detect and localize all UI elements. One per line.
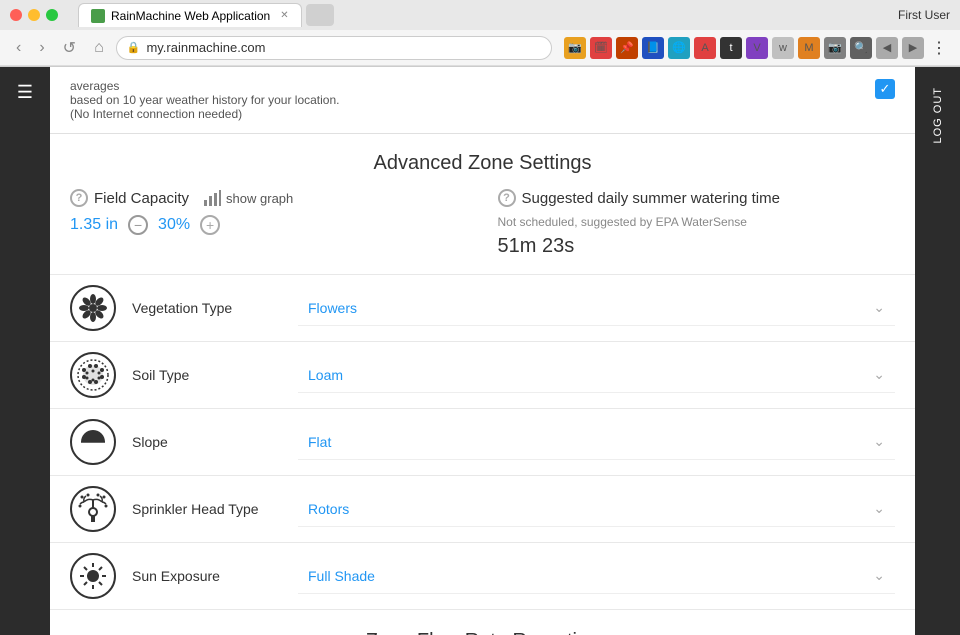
sprinkler-head-select[interactable]: Rotors ⌄ <box>298 491 895 527</box>
menu-icon[interactable]: ⋮ <box>928 37 950 59</box>
user-label: First User <box>898 8 950 22</box>
extension-icon-13[interactable]: ◀ <box>876 37 898 59</box>
field-capacity-label: Field Capacity <box>94 190 189 207</box>
page-title: Advanced Zone Settings <box>50 134 915 189</box>
soil-type-icon <box>70 352 116 398</box>
home-button[interactable]: ⌂ <box>88 37 110 59</box>
soil-type-value: Loam <box>308 367 343 383</box>
sun-exposure-select[interactable]: Full Shade ⌄ <box>298 558 895 594</box>
maximize-window-dot[interactable] <box>46 9 58 21</box>
sidebar-menu-item[interactable]: ☰ <box>0 67 50 117</box>
tab-title: RainMachine Web Application <box>111 9 270 23</box>
suggested-sub: Not scheduled, suggested by EPA WaterSen… <box>498 215 896 229</box>
vegetation-type-chevron: ⌄ <box>873 299 885 316</box>
extension-icon-3[interactable]: 📌 <box>616 37 638 59</box>
soil-type-row: Soil Type Loam ⌄ <box>50 342 915 409</box>
slope-label: Slope <box>132 434 282 450</box>
right-panel: LOG OUT <box>915 67 960 635</box>
soil-type-select[interactable]: Loam ⌄ <box>298 357 895 393</box>
flow-rate-title: Zone Flow Rate Reporting <box>70 630 895 635</box>
field-capacity-decrease-button[interactable]: − <box>128 215 148 235</box>
slope-select[interactable]: Flat ⌄ <box>298 424 895 460</box>
new-tab-button[interactable] <box>306 4 334 26</box>
field-capacity-row: ? Field Capacity show graph 1.35 in <box>50 189 915 275</box>
soil-type-chevron: ⌄ <box>873 366 885 383</box>
averages-line2: based on 10 year weather history for you… <box>70 93 339 107</box>
field-capacity-percent: 30% <box>158 216 190 234</box>
extension-icon-7[interactable]: t <box>720 37 742 59</box>
suggested-time: 51m 23s <box>498 235 896 258</box>
chart-icon <box>203 190 221 206</box>
forward-button[interactable]: › <box>33 37 50 59</box>
extension-icon-14[interactable]: ▶ <box>902 37 924 59</box>
slope-row: Slope Flat ⌄ <box>50 409 915 476</box>
sprinkler-head-chevron: ⌄ <box>873 500 885 517</box>
slope-chevron: ⌄ <box>873 433 885 450</box>
minimize-window-dot[interactable] <box>28 9 40 21</box>
extension-icon-12[interactable]: 🔍 <box>850 37 872 59</box>
sprinkler-head-label: Sprinkler Head Type <box>132 501 282 517</box>
extension-icon-2[interactable]: 🗓 <box>590 37 612 59</box>
vegetation-type-icon <box>70 285 116 331</box>
back-button[interactable]: ‹ <box>10 37 27 59</box>
sun-exposure-value: Full Shade <box>308 568 375 584</box>
averages-section: averages based on 10 year weather histor… <box>50 67 915 134</box>
field-capacity-help-icon[interactable]: ? <box>70 189 88 207</box>
browser-tab[interactable]: RainMachine Web Application ✕ <box>78 3 302 27</box>
show-graph-button[interactable]: show graph <box>203 190 293 206</box>
slope-value: Flat <box>308 434 331 450</box>
lock-icon: 🔒 <box>127 41 141 54</box>
field-capacity-increase-button[interactable]: + <box>200 215 220 235</box>
suggested-label: Suggested daily summer watering time <box>522 190 780 207</box>
averages-checkbox[interactable]: ✓ <box>875 79 895 99</box>
flow-rate-section: Zone Flow Rate Reporting Use this option… <box>50 610 915 635</box>
extension-icon-6[interactable]: A <box>694 37 716 59</box>
averages-line3: (No Internet connection needed) <box>70 107 339 121</box>
vegetation-type-value: Flowers <box>308 300 357 316</box>
sun-exposure-row: Sun Exposure Full Shade ⌄ <box>50 543 915 610</box>
extension-icon-8[interactable]: V <box>746 37 768 59</box>
extension-icon-9[interactable]: w <box>772 37 794 59</box>
field-capacity-section: ? Field Capacity show graph 1.35 in <box>70 189 468 235</box>
vegetation-type-label: Vegetation Type <box>132 300 282 316</box>
tab-close-button[interactable]: ✕ <box>280 10 288 21</box>
content-area: averages based on 10 year weather histor… <box>50 67 915 635</box>
sprinkler-head-row: Sprinkler Head Type Rotors ⌄ <box>50 476 915 543</box>
address-bar[interactable]: 🔒 my.rainmachine.com <box>116 36 552 60</box>
extension-icon-10[interactable]: M <box>798 37 820 59</box>
show-graph-label: show graph <box>226 191 293 206</box>
sun-exposure-chevron: ⌄ <box>873 567 885 584</box>
vegetation-type-row: Vegetation Type Flowers ⌄ <box>50 275 915 342</box>
slope-icon <box>70 419 116 465</box>
vegetation-type-select[interactable]: Flowers ⌄ <box>298 290 895 326</box>
sprinkler-head-value: Rotors <box>308 501 349 517</box>
close-window-dot[interactable] <box>10 9 22 21</box>
tab-favicon <box>91 9 105 23</box>
sun-exposure-label: Sun Exposure <box>132 568 282 584</box>
url-text: my.rainmachine.com <box>146 40 265 55</box>
suggested-watering-section: ? Suggested daily summer watering time N… <box>468 189 896 258</box>
sun-exposure-icon <box>70 553 116 599</box>
refresh-button[interactable]: ↺ <box>57 36 82 60</box>
averages-line1: averages <box>70 79 339 93</box>
sprinkler-head-icon <box>70 486 116 532</box>
log-out-text: LOG OUT <box>932 87 944 144</box>
extension-icon-5[interactable]: 🌐 <box>668 37 690 59</box>
extension-icon-11[interactable]: 📷 <box>824 37 846 59</box>
soil-type-label: Soil Type <box>132 367 282 383</box>
sidebar: ☰ <box>0 67 50 635</box>
extension-icon-4[interactable]: 📘 <box>642 37 664 59</box>
field-capacity-value: 1.35 in <box>70 216 118 234</box>
suggested-help-icon[interactable]: ? <box>498 189 516 207</box>
extension-icon-1[interactable]: 📷 <box>564 37 586 59</box>
menu-icon: ☰ <box>17 82 33 103</box>
